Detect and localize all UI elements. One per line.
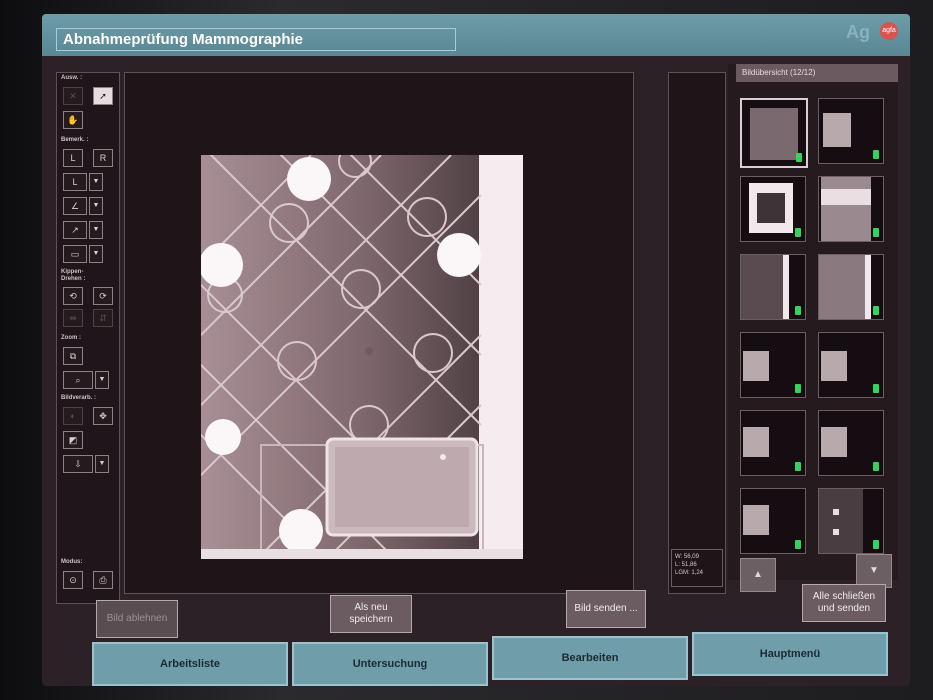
image-viewer[interactable] — [124, 72, 634, 594]
thumbnail-2[interactable] — [818, 98, 884, 164]
xray-image[interactable] — [201, 155, 523, 559]
main-area: Ausw. : ✕ ➚ ✋ Bemerk. : L R L ▼ ∠ ▼ ↗ ▼ … — [42, 56, 910, 686]
save-as-new-button[interactable]: Als neu speichern — [330, 595, 412, 633]
chevron-down-icon[interactable]: ▼ — [89, 197, 103, 215]
chevron-down-icon[interactable]: ▼ — [89, 245, 103, 263]
pointer-icon[interactable]: ➚ — [93, 87, 113, 105]
phantom-pattern — [201, 155, 523, 559]
group-label-rotate: Drehen : — [61, 276, 86, 282]
thumbnail-6[interactable] — [818, 254, 884, 320]
thumbnail-10[interactable] — [818, 410, 884, 476]
thumbnail-header: Bildübersicht (12/12) — [736, 64, 898, 82]
mode-view-icon[interactable]: ⊙ — [63, 571, 83, 589]
tab-main-menu[interactable]: Hauptmenü — [692, 632, 888, 676]
flip-horizontal-icon[interactable]: ⇹ — [63, 309, 83, 327]
zoom-fit-icon[interactable]: ⧉ — [63, 347, 83, 365]
thumbnail-panel: Bildübersicht (12/12) ▲ ▼ — [728, 64, 898, 592]
group-label-flip: Kippen- — [61, 269, 84, 275]
group-label-mode: Modus: — [61, 559, 83, 565]
tool-palette: Ausw. : ✕ ➚ ✋ Bemerk. : L R L ▼ ∠ ▼ ↗ ▼ … — [56, 72, 120, 604]
chevron-down-icon[interactable]: ▼ — [95, 455, 109, 473]
thumbnail-8[interactable] — [818, 332, 884, 398]
processing-icon[interactable]: ⇩ — [63, 455, 93, 473]
window-level-icon[interactable]: ◩ — [63, 431, 83, 449]
hand-icon[interactable]: ✋ — [63, 111, 83, 129]
chevron-down-icon[interactable]: ▼ — [89, 221, 103, 239]
thumbnail-1[interactable] — [740, 98, 808, 168]
chevron-down-icon[interactable]: ▼ — [95, 371, 109, 389]
thumbnail-3[interactable] — [740, 176, 806, 242]
angle-icon[interactable]: ∠ — [63, 197, 87, 215]
marker-r-button[interactable]: R — [93, 149, 113, 167]
chevron-down-icon[interactable]: ▼ — [89, 173, 103, 191]
window-width-value: W: 56,09 — [675, 554, 699, 560]
scroll-up-button[interactable]: ▲ — [740, 558, 776, 592]
thumbnail-7[interactable] — [740, 332, 806, 398]
rotate-left-icon[interactable]: ⟲ — [63, 287, 83, 305]
close-all-and-send-button[interactable]: Alle schließen und senden — [802, 584, 886, 622]
thumbnail-5[interactable] — [740, 254, 806, 320]
group-label-processing: Bildverarb. : — [61, 395, 97, 401]
marker-select-button[interactable]: L — [63, 173, 87, 191]
scroll-down-button[interactable]: ▼ — [856, 554, 892, 588]
text-annotation-icon[interactable]: ▭ — [63, 245, 87, 263]
group-label-annotation: Bemerk. : — [61, 137, 89, 143]
screen: Abnahmeprüfung Mammographie Ag agfa Ausw… — [42, 14, 910, 686]
info-panel: W: 56,09 L: 51,86 LGM: 1,24 — [668, 72, 726, 594]
tab-edit[interactable]: Bearbeiten — [492, 636, 688, 680]
close-icon[interactable]: ✕ — [63, 87, 83, 105]
thumbnail-11[interactable] — [740, 488, 806, 554]
lgm-value: LGM: 1,24 — [675, 570, 704, 576]
agfa-logo: agfa — [880, 22, 898, 40]
magnifier-icon[interactable]: ⌕ — [63, 371, 93, 389]
monitor-bezel: Abnahmeprüfung Mammographie Ag agfa Ausw… — [0, 0, 933, 700]
thumbnail-9[interactable] — [740, 410, 806, 476]
thumbnail-4[interactable] — [818, 176, 884, 242]
rotate-right-icon[interactable]: ⟳ — [93, 287, 113, 305]
arrow-annotation-icon[interactable]: ↗ — [63, 221, 87, 239]
level-value: L: 51,86 — [675, 562, 697, 568]
window-title: Abnahmeprüfung Mammographie — [56, 28, 456, 51]
invert-icon[interactable]: ◐ — [63, 407, 83, 425]
group-label-selection: Ausw. : — [61, 75, 83, 81]
tab-worklist[interactable]: Arbeitsliste — [92, 642, 288, 686]
image-parameters: W: 56,09 L: 51,86 LGM: 1,24 — [671, 549, 723, 587]
group-label-zoom: Zoom : — [61, 335, 81, 341]
reject-image-button[interactable]: Bild ablehnen — [96, 600, 178, 638]
thumbnail-12[interactable] — [818, 488, 884, 554]
send-image-button[interactable]: Bild senden ... — [566, 590, 646, 628]
marker-l-button[interactable]: L — [63, 149, 83, 167]
tab-examination[interactable]: Untersuchung — [292, 642, 488, 686]
mode-edit-icon[interactable]: ⎙ — [93, 571, 113, 589]
brand-text: Ag — [846, 22, 870, 42]
flip-vertical-icon[interactable]: ⇵ — [93, 309, 113, 327]
fullscreen-icon[interactable]: ✥ — [93, 407, 113, 425]
title-bar: Abnahmeprüfung Mammographie Ag agfa — [42, 14, 910, 56]
